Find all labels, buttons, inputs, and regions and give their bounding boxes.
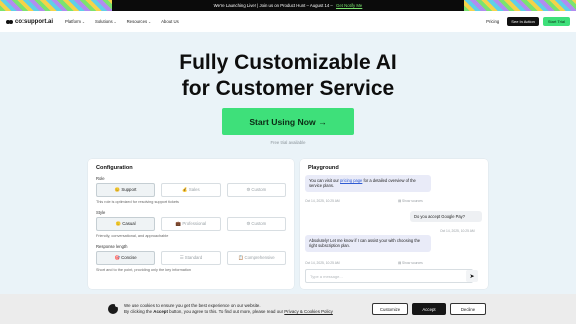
- customize-button[interactable]: Customize: [372, 303, 408, 315]
- role-options: 😊 Support 💰 Sales ⚙ Custom: [96, 183, 286, 197]
- cookie-text: We use cookies to ensure you get the bes…: [124, 302, 333, 315]
- document-icon: ▤: [398, 261, 402, 265]
- bot-message: Absolutely! Let me know if I can assist …: [305, 235, 431, 252]
- hero-title: Fully Customizable AI for Customer Servi…: [179, 51, 397, 100]
- cookie-icon: [108, 303, 119, 314]
- brand-logo[interactable]: co:support.ai: [6, 19, 53, 25]
- top-nav: co:support.ai Platform ⌄ Solutions ⌄ Resou…: [0, 11, 576, 32]
- chevron-down-icon: ⌄: [113, 19, 117, 24]
- chevron-down-icon: ⌄: [82, 19, 85, 24]
- nav-item-platform[interactable]: Platform ⌄: [65, 19, 85, 24]
- style-option-casual[interactable]: 🙂 Casual: [96, 217, 156, 231]
- decorative-stripe-right: [464, 0, 576, 11]
- length-option-standard[interactable]: ☰ Standard: [161, 251, 221, 265]
- start-trial-button[interactable]: Start Trial: [542, 17, 570, 26]
- nav-item-resources[interactable]: Resources ⌄: [127, 19, 151, 24]
- length-option-concise[interactable]: 🎯 Concise: [96, 251, 156, 265]
- nav-pricing-link[interactable]: Pricing: [486, 19, 499, 24]
- playground-title: Playground: [308, 165, 339, 171]
- response-length-label: Response length: [96, 244, 128, 249]
- message-timestamp: Oct 14, 2025, 10:25 AM: [305, 261, 340, 265]
- length-option-comprehensive[interactable]: 📋 Comprehensive: [226, 251, 286, 265]
- style-label: Style: [96, 210, 106, 215]
- role-label: Role: [96, 176, 105, 181]
- style-option-professional[interactable]: 💼 Professional: [161, 217, 221, 231]
- logo-icon: [6, 19, 13, 24]
- user-message: Do you accept Google Pay?: [410, 211, 482, 223]
- style-options: 🙂 Casual 💼 Professional ⚙ Custom: [96, 217, 286, 231]
- chat-message-input[interactable]: Type a message...: [305, 269, 473, 283]
- configuration-title: Configuration: [96, 165, 133, 171]
- nav-item-about-us[interactable]: About Us: [161, 19, 179, 24]
- length-options: 🎯 Concise ☰ Standard 📋 Comprehensive: [96, 251, 286, 265]
- message-timestamp: Oct 14, 2025, 10:25 AM: [305, 199, 340, 203]
- accept-button[interactable]: Accept: [412, 303, 446, 315]
- cookie-banner: We use cookies to ensure you get the bes…: [0, 294, 576, 324]
- see-in-action-button[interactable]: See In Action: [507, 17, 539, 26]
- playground-panel: Playground You can visit our pricing pag…: [300, 159, 488, 289]
- decline-button[interactable]: Decline: [450, 303, 486, 315]
- message-timestamp: Oct 14, 2025, 10:25 AM: [440, 229, 475, 233]
- document-icon: ▤: [398, 199, 402, 203]
- bot-message: You can visit our pricing page for a det…: [305, 175, 431, 192]
- length-description: Short and to the point, providing only t…: [96, 268, 191, 272]
- privacy-policy-link[interactable]: Privacy & Cookies Policy: [284, 309, 333, 314]
- role-description: This role is optimized for resolving sup…: [96, 200, 179, 204]
- style-option-custom[interactable]: ⚙ Custom: [226, 217, 286, 231]
- show-sources-link[interactable]: ▤ Show sources: [398, 199, 423, 203]
- role-option-support[interactable]: 😊 Support: [96, 183, 156, 197]
- style-description: Friendly, conversational, and approachab…: [96, 234, 169, 238]
- free-trial-note: Free trial available: [270, 140, 306, 145]
- nav-item-solutions[interactable]: Solutions ⌄: [95, 19, 117, 24]
- role-option-custom[interactable]: ⚙ Custom: [226, 183, 286, 197]
- announcement-bar: We're Launching Live! | Join us on Produ…: [0, 0, 576, 11]
- show-sources-link[interactable]: ▤ Show sources: [398, 261, 423, 265]
- pricing-page-link[interactable]: pricing page: [340, 178, 362, 183]
- announcement-message: We're Launching Live! | Join us on Produ…: [213, 3, 363, 8]
- brand-name: co:support.ai: [15, 18, 54, 25]
- chevron-down-icon: ⌄: [148, 19, 152, 24]
- start-using-now-button[interactable]: Start Using Now →: [222, 108, 354, 135]
- announcement-cta-link[interactable]: Get Notify Me: [336, 3, 362, 8]
- send-icon[interactable]: ➤: [466, 270, 478, 282]
- role-option-sales[interactable]: 💰 Sales: [161, 183, 221, 197]
- configuration-panel: Configuration Role 😊 Support 💰 Sales ⚙ C…: [88, 159, 294, 289]
- decorative-stripe-left: [0, 0, 112, 11]
